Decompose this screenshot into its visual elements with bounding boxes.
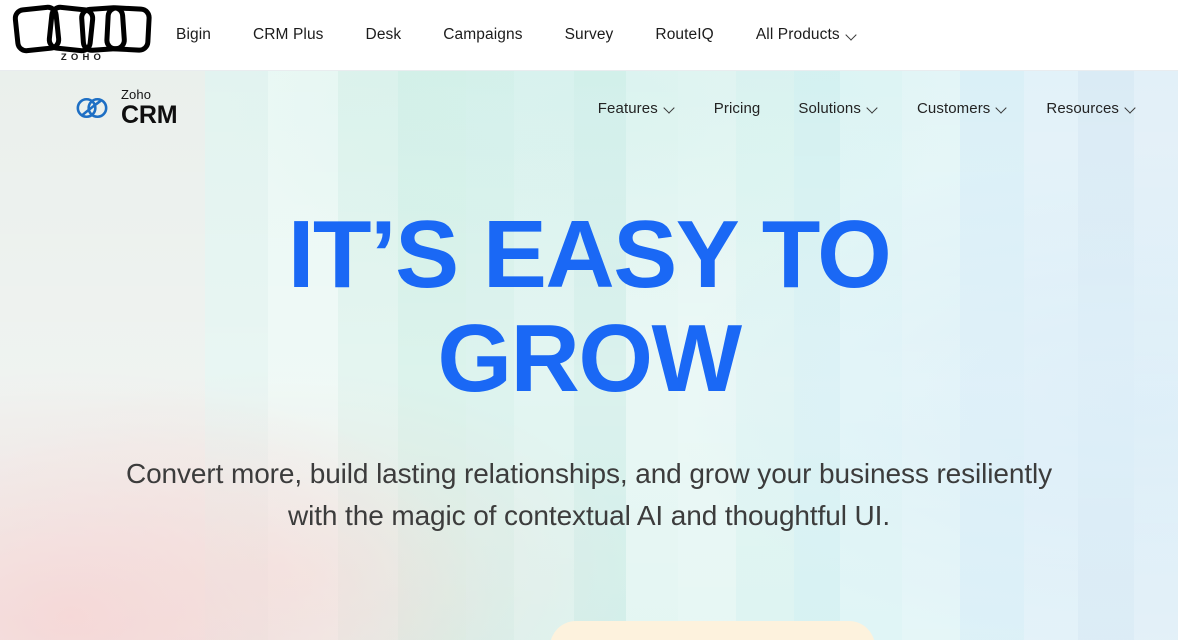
chevron-down-icon xyxy=(868,103,879,114)
nav-item-features[interactable]: Features xyxy=(579,94,695,123)
nav-item-pricing[interactable]: Pricing xyxy=(695,94,780,123)
nav-label: Features xyxy=(597,99,658,117)
chevron-down-icon xyxy=(1126,103,1137,114)
chevron-down-icon xyxy=(997,103,1008,114)
nav-label: Pricing xyxy=(713,99,761,117)
hero-subheading-line-1: Convert more, build lasting relationship… xyxy=(125,458,1053,489)
nav-label: Customers xyxy=(916,99,991,117)
hero-subheading-line-2: with the magic of contextual AI and thou… xyxy=(287,500,891,531)
topnav-label: Desk xyxy=(365,26,402,43)
crm-infinity-loop-icon xyxy=(76,97,108,119)
chevron-down-icon xyxy=(847,30,858,41)
nav-item-resources[interactable]: Resources xyxy=(1027,94,1156,123)
global-product-bar: ZOHO Bigin CRM Plus Desk Campaigns Surve… xyxy=(0,0,1178,71)
nav-label: Solutions xyxy=(798,99,861,117)
topnav-label: RouteIQ xyxy=(655,26,714,43)
hero-preview-card xyxy=(550,621,875,640)
zoho-square-blue xyxy=(78,4,128,54)
nav-label: Resources xyxy=(1046,99,1119,117)
topnav-item-survey[interactable]: Survey xyxy=(544,20,635,50)
hero-headline: IT’S EASY TO GROW xyxy=(0,203,1178,410)
nav-item-customers[interactable]: Customers xyxy=(898,94,1027,123)
topnav-label: Bigin xyxy=(176,26,211,43)
topnav-item-all-products[interactable]: All Products xyxy=(735,20,879,50)
hero-headline-line-1: IT’S EASY TO xyxy=(287,201,892,308)
topnav-label: Survey xyxy=(564,26,614,43)
zoho-squares-icon xyxy=(11,3,153,55)
zoho-crm-logo[interactable]: Zoho CRM xyxy=(72,87,178,129)
page-root: ZOHO Bigin CRM Plus Desk Campaigns Surve… xyxy=(0,0,1178,640)
product-nav: Features Pricing Solutions Customers Res… xyxy=(579,94,1156,123)
hero-headline-line-2: GROW xyxy=(437,304,742,412)
nav-item-solutions[interactable]: Solutions xyxy=(779,94,898,123)
hero-section: Zoho CRM Features Pricing Solutions Cust… xyxy=(0,71,1178,640)
topnav-label: All Products xyxy=(755,26,840,43)
global-product-nav: Bigin CRM Plus Desk Campaigns Survey Rou… xyxy=(176,20,879,50)
topnav-label: CRM Plus xyxy=(252,26,324,43)
brand-large-label: CRM xyxy=(121,101,178,129)
topnav-item-campaigns[interactable]: Campaigns xyxy=(422,20,543,50)
hero-subheading: Convert more, build lasting relationship… xyxy=(0,453,1178,537)
topnav-label: Campaigns xyxy=(443,26,523,43)
chevron-down-icon xyxy=(665,103,676,114)
zoho-wordmark: ZOHO xyxy=(60,52,106,63)
topnav-item-routeiq[interactable]: RouteIQ xyxy=(634,20,734,50)
topnav-item-crm-plus[interactable]: CRM Plus xyxy=(232,20,345,50)
product-header: Zoho CRM Features Pricing Solutions Cust… xyxy=(0,71,1178,145)
zoho-crm-wordmark: Zoho CRM xyxy=(121,87,178,129)
brand-small-label: Zoho xyxy=(121,87,152,102)
topnav-item-desk[interactable]: Desk xyxy=(345,20,423,50)
zoho-logo[interactable]: ZOHO xyxy=(11,3,153,63)
topnav-item-bigin[interactable]: Bigin xyxy=(176,20,232,50)
